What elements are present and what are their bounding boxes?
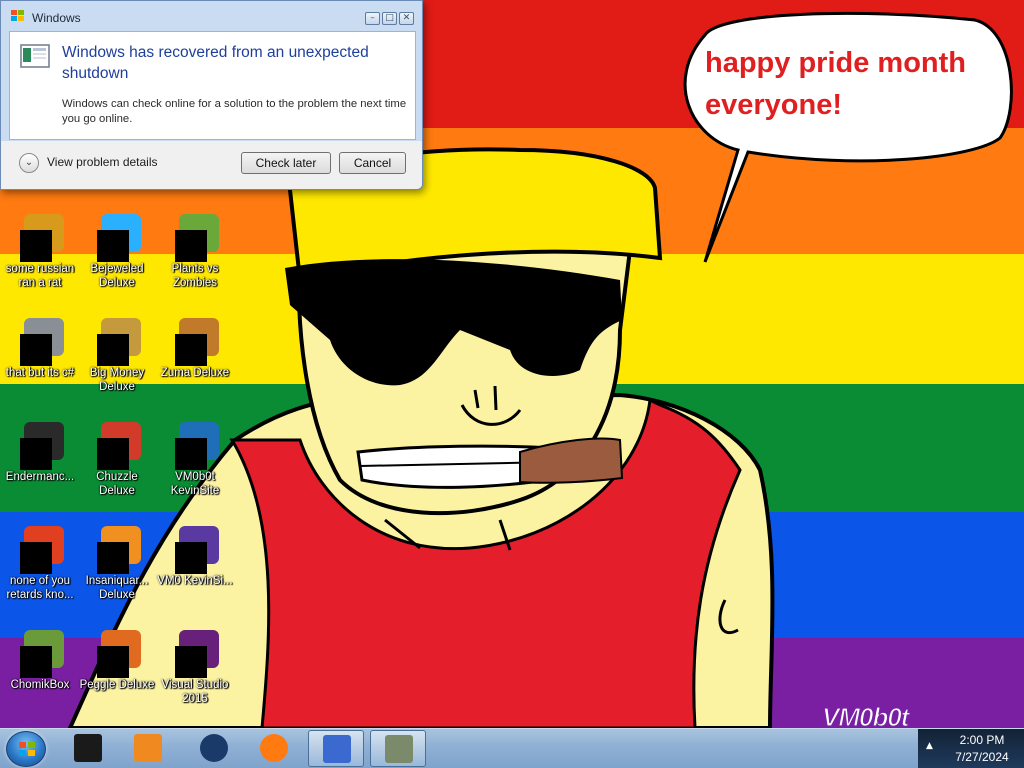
desktop-icon[interactable]: Endermanc...: [0, 422, 80, 484]
dialog-titlebar[interactable]: Windows – □ ✕: [1, 1, 422, 31]
desktop-icon-label: VM0b0t KevinSite: [170, 471, 220, 497]
checklist-icon: [323, 735, 351, 763]
redaction-box: [20, 438, 52, 470]
money-bag-icon: [93, 318, 141, 366]
redaction-box: [97, 646, 129, 678]
desktop-icon-label: none of you retards kno...: [6, 575, 74, 601]
desktop-icon-label: ChomikBox: [10, 679, 70, 691]
desktop-icon[interactable]: some russian ran a rat: [0, 214, 80, 290]
chevron-down-icon[interactable]: ⌄: [19, 153, 39, 173]
black-box-icon: [74, 734, 102, 762]
desktop-icon[interactable]: VM0b0t KevinSite: [155, 422, 235, 498]
desktop-icon[interactable]: Plants vs Zombies: [155, 214, 235, 290]
hamster-icon: [16, 630, 64, 678]
desktop-icon[interactable]: Bejeweled Deluxe: [77, 214, 157, 290]
file-icon: [171, 526, 219, 574]
frog-idol-icon: [171, 318, 219, 366]
taskbar-button[interactable]: [246, 730, 302, 767]
redaction-box: [97, 438, 129, 470]
show-hidden-icons-button[interactable]: ▲: [926, 741, 933, 751]
desktop-icon-label: Insaniquar... Deluxe: [85, 575, 149, 601]
desktop-icon-label: Chuzzle Deluxe: [96, 471, 138, 497]
dialog-description: Windows can check online for a solution …: [62, 98, 407, 125]
windows-logo-icon: [19, 742, 35, 756]
taskbar-button[interactable]: [186, 730, 242, 767]
desktop-icon-label: Big Money Deluxe: [89, 367, 145, 393]
clock-time[interactable]: 2:00 PM: [944, 733, 1020, 747]
red-circle-icon: [16, 526, 64, 574]
redaction-box: [175, 438, 207, 470]
desktop-icon-label: Visual Studio 2015: [161, 679, 229, 705]
redaction-box: [175, 542, 207, 574]
chuzzle-icon: [93, 422, 141, 470]
desktop-icon-label: Bejeweled Deluxe: [90, 263, 144, 289]
redaction-box: [175, 334, 207, 366]
view-problem-details-link[interactable]: View problem details: [47, 155, 158, 169]
redaction-box: [97, 542, 129, 574]
media-player-icon: [134, 734, 162, 762]
firefox-icon: [260, 734, 288, 762]
desktop-icon[interactable]: Chuzzle Deluxe: [77, 422, 157, 498]
desktop-icon[interactable]: VM0 KevinSi...: [155, 526, 235, 588]
minimize-button[interactable]: –: [365, 12, 380, 25]
desktop-icon[interactable]: ChomikBox: [0, 630, 80, 692]
visual-studio-icon: [171, 630, 219, 678]
desktop-icon[interactable]: Peggle Deluxe: [77, 630, 157, 692]
desktop-icon-label: Plants vs Zombies: [171, 263, 219, 289]
fish-icon: [93, 526, 141, 574]
globe-icon: [200, 734, 228, 762]
desktop-icon-label: that but its c#: [5, 367, 75, 379]
redaction-box: [20, 646, 52, 678]
chomikbox-icon: [385, 735, 413, 763]
start-button[interactable]: [6, 731, 46, 767]
desktop-icon[interactable]: that but its c#: [0, 318, 80, 380]
desktop-icon[interactable]: Big Money Deluxe: [77, 318, 157, 394]
close-button[interactable]: ✕: [399, 12, 414, 25]
redaction-box: [175, 230, 207, 262]
dialog-footer: ⌄ View problem details Check later Cance…: [1, 141, 422, 189]
monitor-window-icon: [20, 44, 50, 68]
speech-bubble-text: happy pride month everyone!: [705, 47, 966, 121]
desktop-icon[interactable]: Insaniquar... Deluxe: [77, 526, 157, 602]
redaction-box: [97, 230, 129, 262]
folder-icon: [171, 422, 219, 470]
gem-icon: [93, 214, 141, 262]
taskbar-button[interactable]: [120, 730, 176, 767]
windows-flag-icon: [11, 10, 24, 21]
recovery-dialog: Windows – □ ✕ Windows has recovered from…: [0, 0, 423, 190]
redaction-box: [97, 334, 129, 366]
taskbar-button[interactable]: [370, 730, 426, 767]
clock-date[interactable]: 7/27/2024: [944, 750, 1020, 764]
window-stack-icon: [16, 318, 64, 366]
redaction-box: [175, 646, 207, 678]
desktop-icon-label: some russian ran a rat: [5, 263, 75, 289]
dialog-title: Windows: [32, 11, 81, 25]
plant-icon: [171, 214, 219, 262]
maximize-button[interactable]: □: [382, 12, 397, 25]
taskbar-button[interactable]: [60, 730, 116, 767]
taskbar-button[interactable]: [308, 730, 364, 767]
desktop-icon-label: Peggle Deluxe: [79, 679, 155, 691]
check-later-button[interactable]: Check later: [241, 152, 331, 174]
redaction-box: [20, 334, 52, 366]
desktop-icon[interactable]: none of you retards kno...: [0, 526, 80, 602]
rat-app-icon: [16, 214, 64, 262]
system-tray: ▲ 2:00 PM 7/27/2024: [918, 729, 1024, 768]
cancel-button[interactable]: Cancel: [339, 152, 406, 174]
peggle-icon: [93, 630, 141, 678]
desktop-icon-label: Endermanc...: [5, 471, 75, 483]
redaction-box: [20, 542, 52, 574]
desktop-icon[interactable]: Zuma Deluxe: [155, 318, 235, 380]
terminal-icon: [16, 422, 64, 470]
artist-signature: VM0b0t: [821, 701, 910, 728]
desktop-icon-label: VM0 KevinSi...: [157, 575, 233, 587]
desktop-icon[interactable]: Visual Studio 2015: [155, 630, 235, 706]
redaction-box: [20, 230, 52, 262]
dialog-headline: Windows has recovered from an unexpected…: [62, 44, 369, 82]
desktop-icon-label: Zuma Deluxe: [160, 367, 230, 379]
dialog-body: Windows has recovered from an unexpected…: [9, 31, 416, 140]
